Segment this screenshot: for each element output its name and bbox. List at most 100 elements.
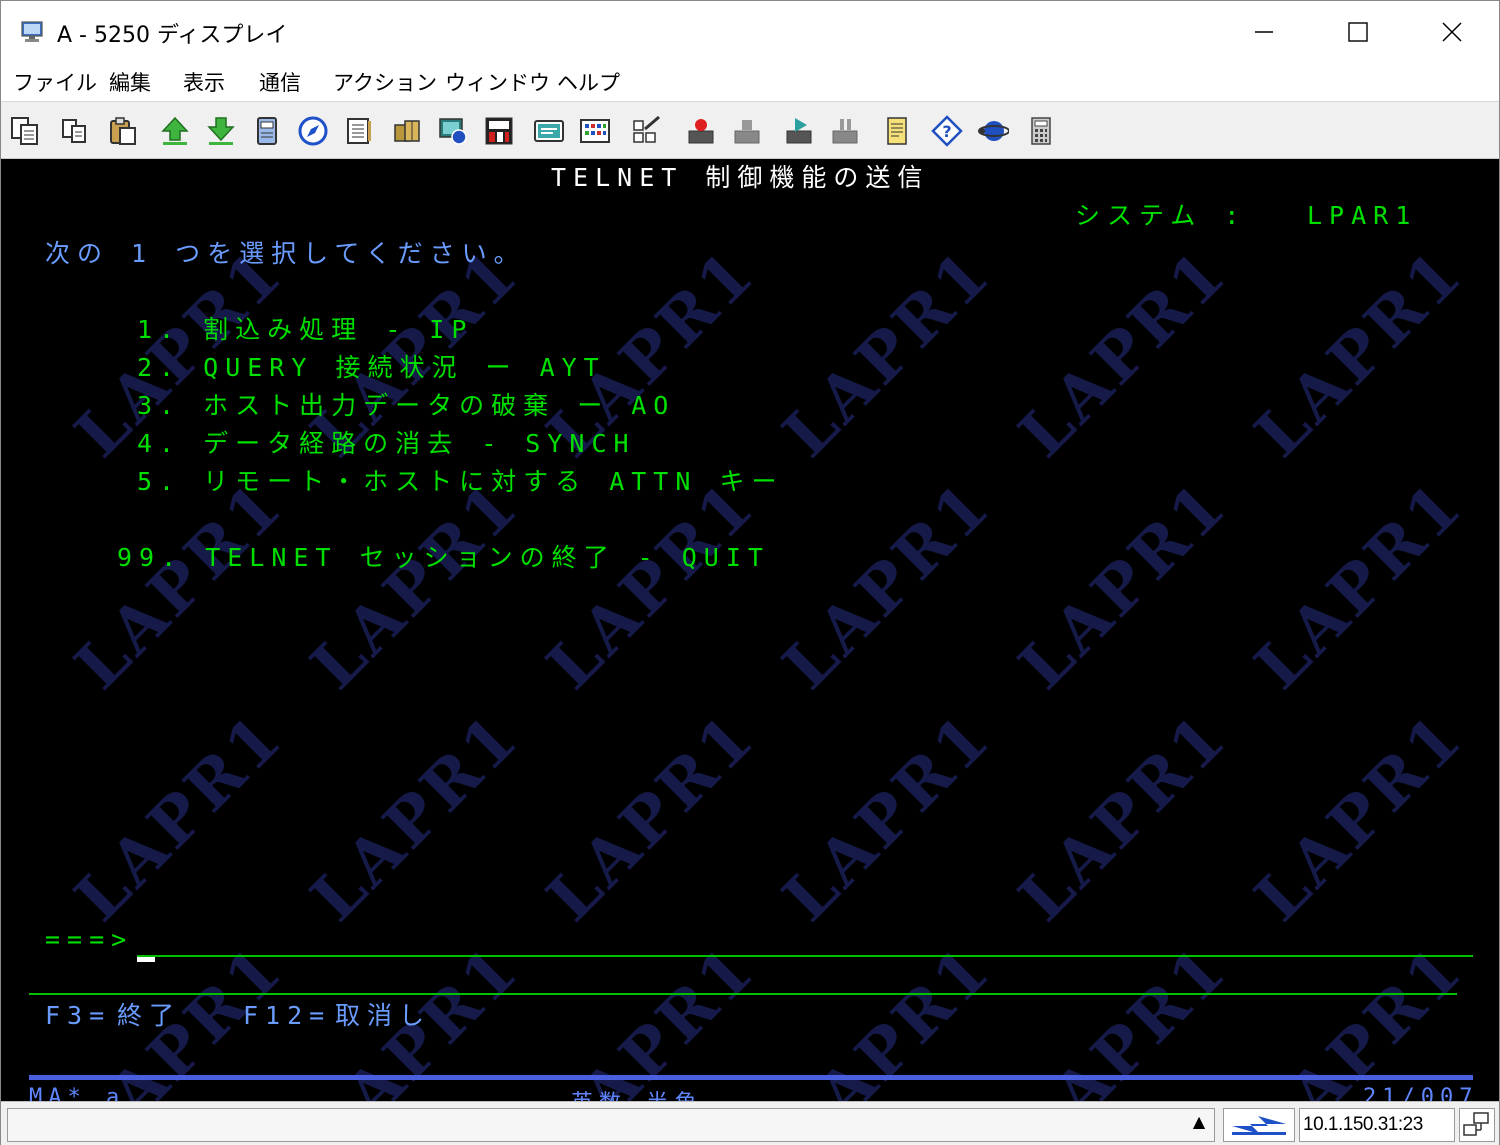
option-interrupt[interactable]: 1. 割込み処理 - IP — [137, 315, 473, 345]
record-macro-icon — [688, 119, 714, 144]
system-label: システム : — [1075, 201, 1247, 230]
paste-icon — [110, 117, 136, 145]
operator-info-line — [29, 1075, 1473, 1080]
data-transfer-button[interactable] — [435, 113, 471, 149]
macro-icon — [534, 120, 564, 142]
notes-button[interactable] — [879, 113, 915, 149]
instruction-text: 次の 1 つを選択してください。 — [45, 239, 526, 268]
close-button[interactable] — [1405, 1, 1499, 63]
svg-text:?: ? — [942, 122, 951, 141]
connection-status — [1223, 1108, 1295, 1142]
command-prompt: ===> — [45, 925, 134, 954]
option-query[interactable]: 2. QUERY 接続状況 ー AYT — [137, 353, 606, 383]
network-icon — [1463, 1112, 1489, 1136]
minimize-icon — [1255, 31, 1273, 33]
minimize-button[interactable] — [1217, 1, 1311, 63]
edit-keys-icon — [633, 115, 660, 143]
host-address: 10.1.150.31:23 — [1299, 1108, 1455, 1142]
fkey-f12-key[interactable]: F12= — [243, 1001, 331, 1031]
watermark-text: LAPR1 — [1005, 466, 1243, 705]
network-status — [1459, 1108, 1495, 1142]
spool-file-button[interactable] — [481, 113, 517, 149]
menu-actions[interactable]: アクション — [333, 67, 437, 97]
menu-communication[interactable]: 通信 — [259, 67, 301, 97]
paste-button[interactable] — [105, 113, 141, 149]
watermark-text: LAPR1 — [769, 234, 1007, 473]
watermark-text: LAPR1 — [1005, 234, 1243, 473]
help-icon: ? — [931, 115, 963, 147]
macro-button[interactable] — [531, 113, 567, 149]
maximize-icon — [1348, 22, 1368, 42]
menu-view[interactable]: 表示 — [183, 67, 225, 97]
send-file-icon — [161, 116, 189, 145]
spool-file-icon — [485, 117, 513, 145]
calculator-icon — [1031, 117, 1051, 145]
watermark-text: LAPR1 — [297, 466, 535, 705]
copy-append-icon — [62, 119, 86, 143]
help-button[interactable]: ? — [929, 113, 965, 149]
oia-input-mode: 英数 半角 — [571, 1085, 702, 1101]
fkey-f3-key[interactable]: F3= — [45, 1001, 111, 1031]
keypad-button[interactable] — [577, 113, 613, 149]
record-macro-button[interactable] — [683, 113, 719, 149]
copy-append-button[interactable] — [57, 113, 93, 149]
emulator-window: A - 5250 ディスプレイ ファイル 編集 表示 通信 アクション ウィンド… — [0, 0, 1500, 1145]
toolbar: ? — [1, 101, 1499, 159]
watermark-text: LAPR1 — [297, 698, 535, 937]
stop-macro-icon — [734, 120, 760, 144]
terminal-display-icon — [21, 21, 43, 42]
watermark-text: LAPR1 — [1241, 234, 1479, 473]
pause-macro-icon — [832, 119, 858, 144]
copy-icon — [11, 117, 38, 145]
packages-icon — [394, 120, 420, 142]
web-button[interactable] — [975, 113, 1011, 149]
fkey-f12-label[interactable]: 取消し — [335, 1001, 431, 1031]
send-file-button[interactable] — [157, 113, 193, 149]
edit-keys-button[interactable] — [629, 113, 665, 149]
navigator-button[interactable] — [295, 113, 331, 149]
option-quit[interactable]: 99. TELNET セッションの終了 - QUIT — [117, 543, 770, 573]
watermark-text: LAPR1 — [1241, 698, 1479, 937]
maximize-button[interactable] — [1311, 1, 1405, 63]
oia-status-left: MA* a — [29, 1085, 126, 1101]
display-icon — [347, 118, 371, 144]
menu-window[interactable]: ウィンドウ — [445, 67, 550, 97]
status-bar: ▲ 10.1.150.31:23 — [1, 1101, 1499, 1145]
watermark-text: LAPR1 — [61, 698, 299, 937]
command-input-underline[interactable] — [137, 955, 1473, 957]
oia-cursor-position: 21/007 — [1363, 1085, 1479, 1101]
watermark-text: LAPR1 — [1005, 698, 1243, 937]
display-button[interactable] — [341, 113, 377, 149]
option-attn-key[interactable]: 5. リモート・ホストに対する ATTN キー — [137, 467, 783, 497]
watermark-text: LAPR1 — [533, 466, 771, 705]
play-macro-icon — [786, 118, 812, 144]
packages-button[interactable] — [389, 113, 425, 149]
option-discard-output[interactable]: 3. ホスト出力データの破棄 ー AO — [137, 391, 675, 421]
terminal-screen[interactable]: LAPR1 LAPR1 LAPR1 LAPR1 LAPR1 LAPR1 LAPR1 LAPR1… — [1, 159, 1499, 1101]
screen-title: TELNET 制御機能の送信 — [551, 163, 930, 192]
watermark-text: LAPR1 — [769, 466, 1007, 705]
watermark-text: LAPR1 — [1241, 466, 1479, 705]
title-bar: A - 5250 ディスプレイ — [1, 1, 1499, 63]
navigator-icon — [298, 116, 328, 146]
notes-icon — [887, 117, 907, 145]
text-cursor — [137, 957, 155, 962]
web-icon — [978, 121, 1009, 141]
system-name: LPAR1 — [1307, 201, 1418, 230]
keypad-icon — [580, 119, 610, 143]
menu-help[interactable]: ヘルプ — [557, 67, 620, 97]
copy-button[interactable] — [7, 113, 43, 149]
status-scroll-up-icon[interactable]: ▲ — [1189, 1112, 1209, 1136]
option-clear-path[interactable]: 4. データ経路の消去 - SYNCH — [137, 429, 636, 459]
menu-bar: ファイル 編集 表示 通信 アクション ウィンドウ ヘルプ — [1, 63, 1499, 101]
menu-file[interactable]: ファイル — [13, 67, 97, 97]
play-macro-button[interactable] — [781, 113, 817, 149]
stop-macro-button[interactable] — [729, 113, 765, 149]
fkey-f3-label[interactable]: 終了 — [117, 1001, 181, 1031]
receive-file-button[interactable] — [203, 113, 239, 149]
menu-edit[interactable]: 編集 — [109, 67, 151, 97]
pause-macro-button[interactable] — [827, 113, 863, 149]
data-transfer-icon — [439, 118, 467, 145]
print-screen-button[interactable] — [249, 113, 285, 149]
calculator-button[interactable] — [1023, 113, 1059, 149]
